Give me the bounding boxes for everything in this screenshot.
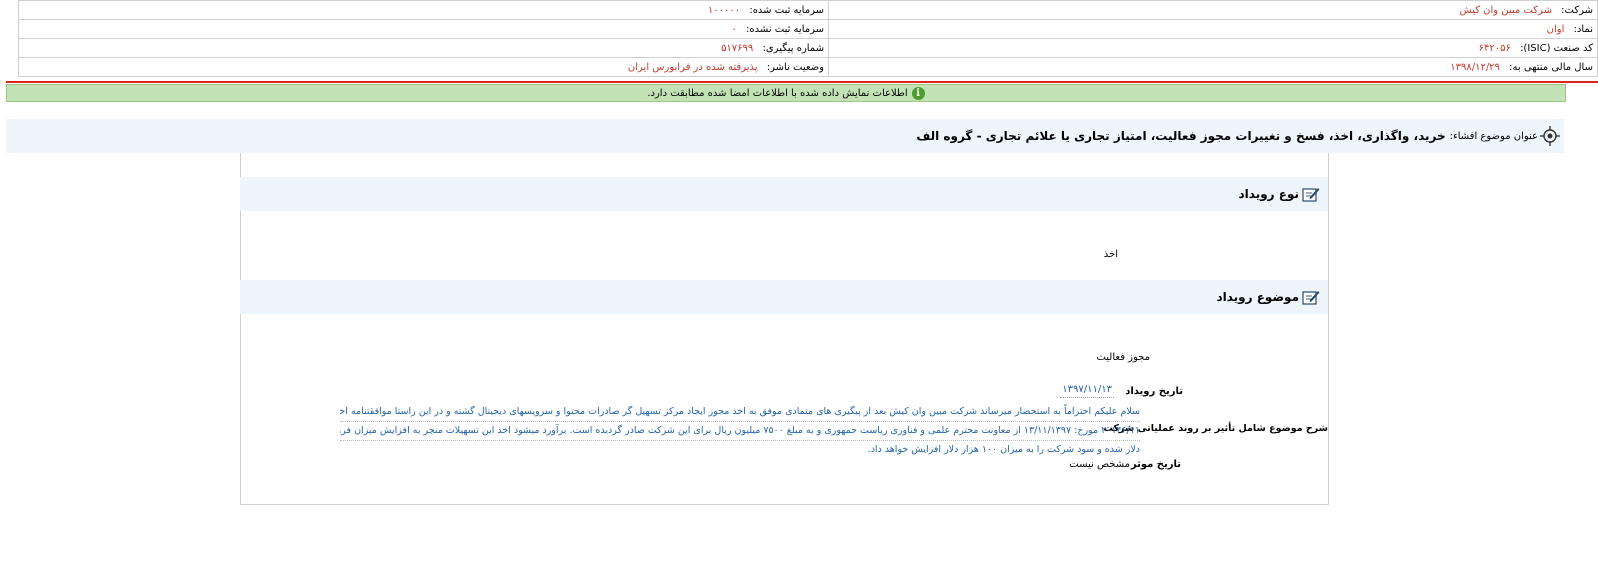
capital-unregistered-cell: سرمایه ثبت نشده: ۰ — [18, 19, 829, 39]
edit-icon — [1302, 291, 1320, 305]
publisher-status-value: پذیرفته شده در فرابورس ایران — [627, 61, 758, 73]
capital-unregistered-value: ۰ — [731, 23, 737, 35]
info-row: کد صنعت (ISIC): ۶۴۲۰۵۶ شماره پیگیری: ۵۱۷… — [18, 38, 1598, 58]
isic-cell: کد صنعت (ISIC): ۶۴۲۰۵۶ — [828, 38, 1598, 58]
disclosure-title-bar: عنوان موضوع افشاء: خرید، واگذاری، اخذ، ف… — [6, 119, 1564, 153]
info-row: نماد: اوان سرمایه ثبت نشده: ۰ — [18, 19, 1598, 39]
info-row: شرکت: شرکت مبین وان کیش سرمایه ثبت شده: … — [18, 0, 1598, 20]
company-info-table: شرکت: شرکت مبین وان کیش سرمایه ثبت شده: … — [18, 0, 1598, 77]
description-line: ۲۰۱۴۶/۱۱ مورخ: ۱۳/۱۱/۱۳۹۷ از معاونت محتر… — [340, 422, 1140, 441]
symbol-value: اوان — [1546, 23, 1565, 35]
header-divider — [6, 81, 1598, 83]
tracking-value: ۵۱۷۶۹۹ — [721, 42, 754, 54]
company-cell: شرکت: شرکت مبین وان کیش — [828, 0, 1598, 20]
isic-label: کد صنعت (ISIC): — [1520, 42, 1593, 54]
tracking-label: شماره پیگیری: — [762, 42, 824, 54]
event-type-header: نوع رویداد — [240, 177, 1328, 211]
effective-date-value: مشخص نیست — [1069, 459, 1130, 470]
event-type-value: اخذ — [1103, 249, 1118, 260]
fiscal-year-cell: سال مالی منتهی به: ۱۳۹۸/۱۲/۲۹ — [828, 57, 1598, 77]
event-date-value: ۱۳۹۷/۱۱/۱۳ — [1060, 384, 1114, 398]
capital-unregistered-label: سرمایه ثبت نشده: — [746, 23, 824, 35]
company-label: شرکت: — [1561, 4, 1593, 16]
info-icon: i — [911, 86, 925, 100]
notice-text: اطلاعات نمایش داده شده با اطلاعات امضا ش… — [647, 87, 908, 99]
publisher-status-cell: وضعیت ناشر: پذیرفته شده در فرابورس ایران — [18, 57, 829, 77]
capital-registered-label: سرمایه ثبت شده: — [749, 4, 824, 16]
description-line: سلام علیکم احتراماً به استحضار میرساند ش… — [340, 403, 1140, 422]
event-subject-title: موضوع رویداد — [1216, 290, 1299, 304]
isic-value: ۶۴۲۰۵۶ — [1478, 42, 1511, 54]
fiscal-year-value: ۱۳۹۸/۱۲/۲۹ — [1450, 61, 1500, 73]
event-subject-header: موضوع رویداد — [240, 280, 1328, 314]
info-row: سال مالی منتهی به: ۱۳۹۸/۱۲/۲۹ وضعیت ناشر… — [18, 57, 1598, 77]
title-label: عنوان موضوع افشاء: — [1449, 130, 1538, 142]
disclosure-content: نوع رویداد اخذ موضوع رویداد مجوز فعالیت … — [240, 153, 1329, 505]
publisher-status-label: وضعیت ناشر: — [766, 61, 824, 73]
description-text: سلام علیکم احتراماً به استحضار میرساند ش… — [340, 403, 1140, 459]
symbol-label: نماد: — [1573, 23, 1593, 35]
edit-icon — [1302, 188, 1320, 202]
target-icon — [1540, 126, 1560, 146]
company-value: شرکت مبین وان کیش — [1459, 4, 1552, 16]
signature-notice: i اطلاعات نمایش داده شده با اطلاعات امضا… — [6, 84, 1566, 102]
event-subject-value: مجوز فعالیت — [1096, 352, 1150, 363]
fiscal-year-label: سال مالی منتهی به: — [1509, 61, 1593, 73]
description-label: شرح موضوع شامل تأثیر بر روند عملیاتی شرک… — [1103, 423, 1328, 434]
tracking-cell: شماره پیگیری: ۵۱۷۶۹۹ — [18, 38, 829, 58]
event-type-title: نوع رویداد — [1238, 187, 1299, 201]
effective-date-label: تاریخ موثر — [1130, 459, 1181, 470]
symbol-cell: نماد: اوان — [828, 19, 1598, 39]
capital-registered-cell: سرمایه ثبت شده: ۱۰۰۰۰۰ — [18, 0, 829, 20]
description-line: دلار شده و سود شرکت را به میزان ۱۰۰ هزار… — [867, 444, 1140, 455]
page-title: خرید، واگذاری، اخذ، فسخ و تغییرات مجوز ف… — [916, 129, 1446, 143]
event-date-label: تاریخ رویداد — [1125, 386, 1183, 397]
capital-registered-value: ۱۰۰۰۰۰ — [707, 4, 741, 16]
